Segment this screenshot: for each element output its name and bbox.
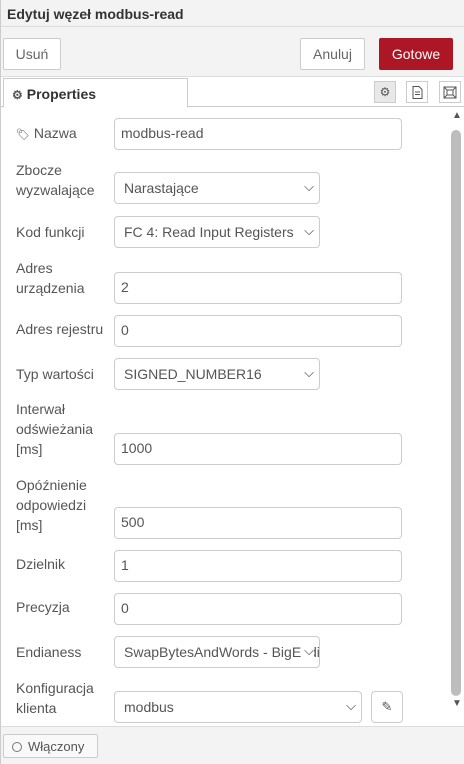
client-config-label: Konfiguracja klienta xyxy=(16,680,94,716)
register-address-input[interactable]: 0 xyxy=(114,315,402,347)
appearance-icon xyxy=(443,86,457,98)
cancel-button[interactable]: Anuluj xyxy=(300,38,365,70)
tray-toolbar: Usuń Anuluj Gotowe xyxy=(1,27,464,77)
function-code-label: Kod funkcji xyxy=(16,224,85,240)
device-address-input[interactable]: 2 xyxy=(114,272,402,304)
chevron-down-icon: ⌵ xyxy=(302,643,314,659)
name-input[interactable]: modbus-read xyxy=(114,118,402,150)
chevron-down-icon: ⌵ xyxy=(302,179,314,195)
value-type-select[interactable]: SIGNED_NUMBER16 ⌵ xyxy=(114,358,320,390)
done-button[interactable]: Gotowe xyxy=(379,38,453,70)
pencil-icon: ✎ xyxy=(381,699,393,714)
tab-properties[interactable]: ⚙ Properties xyxy=(3,78,188,108)
response-delay-input[interactable]: 500 xyxy=(114,507,402,539)
divider-input[interactable]: 1 xyxy=(114,550,402,582)
chevron-down-icon: ⌵ xyxy=(302,223,314,239)
enabled-toggle[interactable]: Włączony xyxy=(3,734,98,758)
precision-input[interactable]: 0 xyxy=(114,593,402,625)
edit-node-tray: Edytuj węzeł modbus-read Usuń Anuluj Got… xyxy=(0,0,464,764)
gear-icon: ⚙ xyxy=(379,85,391,99)
description-tab-icon[interactable] xyxy=(406,81,428,103)
chevron-down-icon: ⌵ xyxy=(302,365,314,381)
value-type-label: Typ wartości xyxy=(16,366,94,382)
document-icon xyxy=(412,85,422,99)
gear-icon: ⚙ xyxy=(12,88,23,102)
tab-properties-label: Properties xyxy=(26,86,97,102)
tab-bar: ⚙ Properties ⚙ xyxy=(1,77,464,108)
response-delay-label: Opóźnienie odpowiedzi [ms] xyxy=(16,477,87,533)
properties-form: 🏷 Nazwa modbus-read Zbocze wyzwalające Na… xyxy=(1,108,448,726)
circle-icon xyxy=(12,742,22,752)
tag-icon: 🏷 xyxy=(16,129,30,141)
tray-footer: Włączony xyxy=(1,726,464,764)
scroll-down-arrow-icon[interactable]: ▼ xyxy=(452,698,462,709)
divider-label: Dzielnik xyxy=(16,556,66,572)
delete-button[interactable]: Usuń xyxy=(3,38,61,70)
scroll-up-arrow-icon[interactable]: ▲ xyxy=(452,110,462,121)
enabled-label: Włączony xyxy=(28,739,85,754)
settings-tab-icon[interactable]: ⚙ xyxy=(374,81,396,103)
scrollbar-thumb[interactable] xyxy=(451,130,461,696)
function-code-select[interactable]: FC 4: Read Input Registers ⌵ xyxy=(114,216,320,248)
edit-client-config-button[interactable]: ✎ xyxy=(371,691,403,723)
endianess-label: Endianess xyxy=(16,644,82,660)
chevron-down-icon: ⌵ xyxy=(344,698,356,714)
device-address-label: Adres urządzenia xyxy=(16,260,85,296)
refresh-interval-input[interactable]: 1000 xyxy=(114,433,402,465)
name-label: 🏷 Nazwa xyxy=(16,125,77,141)
trigger-select[interactable]: Narastające ⌵ xyxy=(114,172,320,204)
scrollbar[interactable]: ▲ ▼ xyxy=(448,108,464,718)
refresh-interval-label: Interwał odświeżania [ms] xyxy=(16,401,94,457)
client-config-select[interactable]: modbus ⌵ xyxy=(114,691,362,723)
tray-title: Edytuj węzeł modbus-read xyxy=(1,0,464,27)
precision-label: Precyzja xyxy=(16,599,70,615)
trigger-label: Zbocze wyzwalające xyxy=(16,162,95,198)
appearance-tab-icon[interactable] xyxy=(439,81,461,103)
register-address-label: Adres rejestru xyxy=(16,321,104,337)
endianess-select[interactable]: SwapBytesAndWords - BigEndian ⌵ xyxy=(114,636,320,668)
